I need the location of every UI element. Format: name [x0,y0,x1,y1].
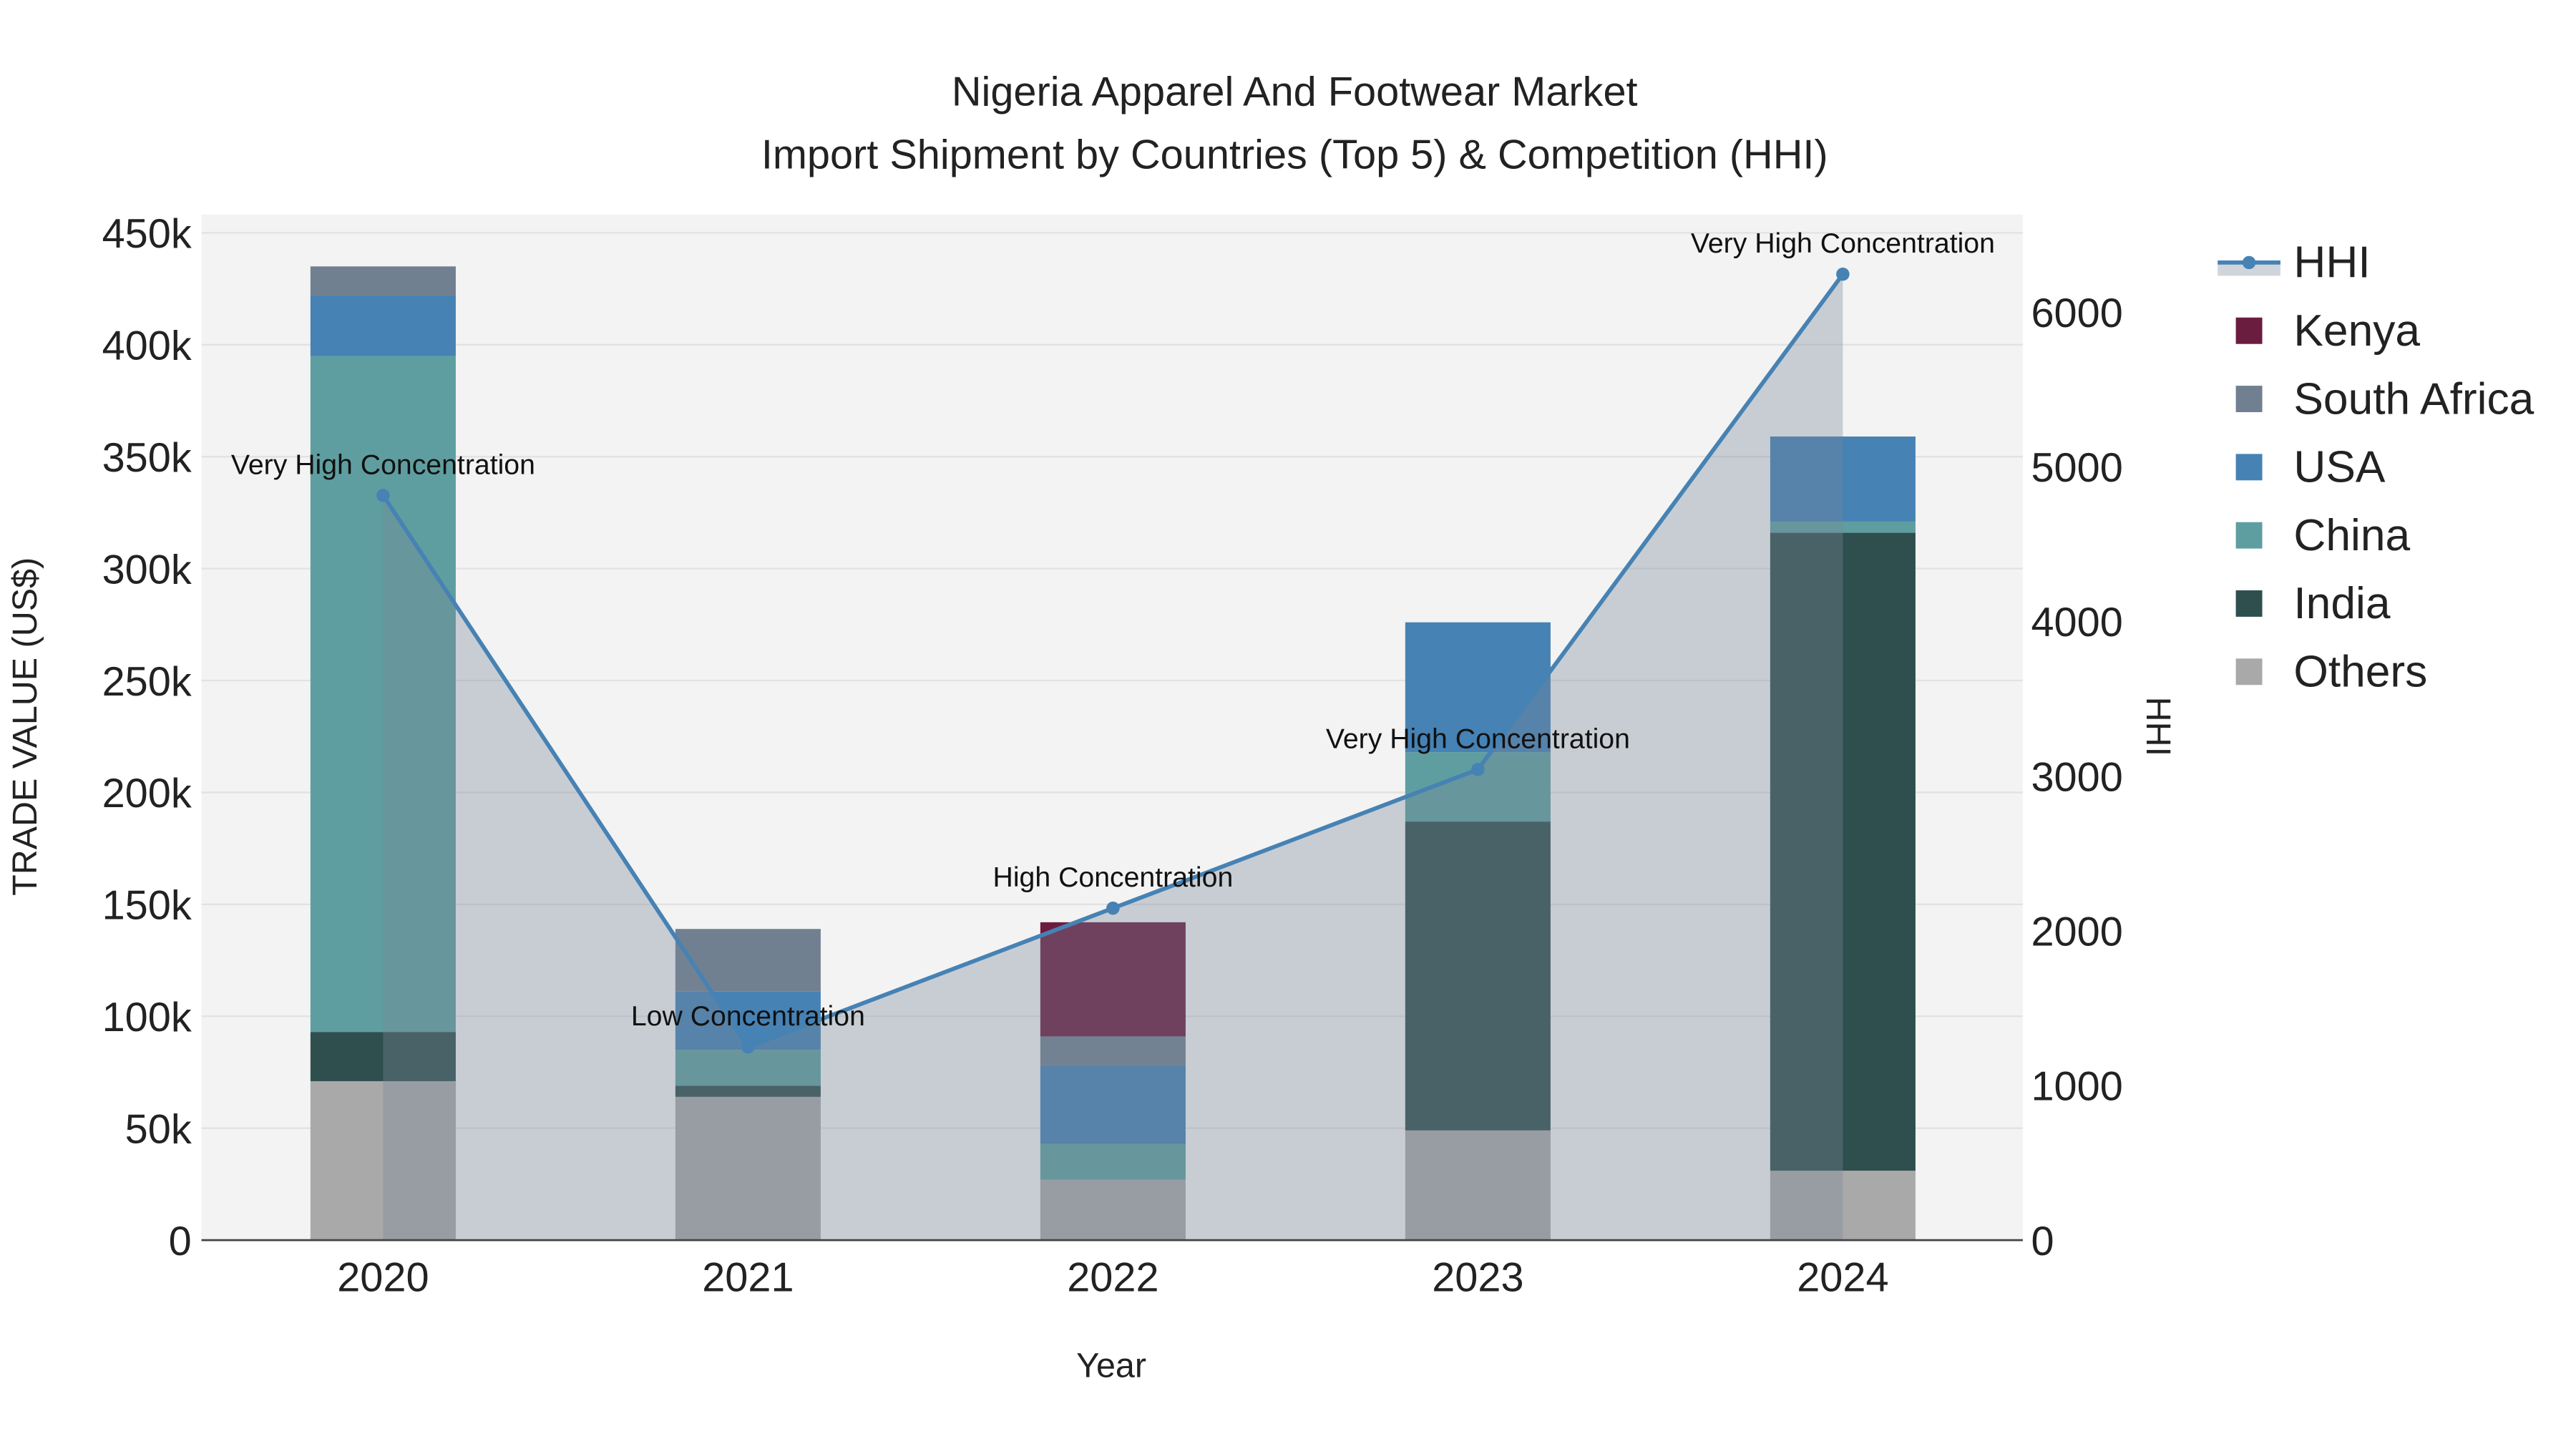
y2-tick-label: 5000 [2031,445,2122,491]
hhi-annotation: High Concentration [993,862,1234,893]
hhi-point [1471,763,1485,776]
legend-swatch-usa [2235,454,2263,481]
chart-title-line2: Import Shipment by Countries (Top 5) & C… [761,132,1828,177]
y-tick-label: 150k [102,883,192,929]
hhi-annotation: Very High Concentration [1326,723,1630,754]
chart-title-line1: Nigeria Apparel And Footwear Market [952,69,1638,115]
x-tick-label: 2020 [337,1255,429,1301]
y-tick-label: 300k [102,547,192,592]
chart: Very High Concentration Low Concentration… [6,69,2534,1385]
hhi-point [1836,267,1850,281]
x-axis-ticks: 2020 2021 2022 2023 2024 [337,1255,1888,1301]
y-axis-label: TRADE VALUE (US$) [6,557,44,896]
legend-swatch-kenya [2235,317,2263,344]
y2-axis-label: HHI [2139,697,2177,756]
y2-tick-label: 0 [2031,1219,2054,1264]
y-tick-label: 200k [102,771,192,816]
x-tick-label: 2024 [1797,1255,1888,1301]
legend-hhi-marker [2242,255,2256,270]
y2-tick-label: 4000 [2031,600,2122,645]
y-axis-ticks: 0 50k 100k 150k 200k 250k 300k 350k 400k 450k [102,211,192,1264]
y2-tick-label: 1000 [2031,1064,2122,1110]
hhi-point [376,489,390,502]
y2-tick-label: 3000 [2031,754,2122,800]
legend: HHI Kenya South Africa USA China India Others [2218,238,2534,697]
y-tick-label: 350k [102,435,192,481]
y2-tick-label: 2000 [2031,909,2122,955]
bar-south-africa [310,266,456,296]
legend-label: HHI [2293,238,2370,288]
y-tick-label: 0 [169,1219,192,1264]
legend-swatch-india [2235,590,2263,617]
y-tick-label: 250k [102,659,192,705]
y-tick-label: 50k [125,1106,192,1152]
y-tick-label: 450k [102,211,192,257]
legend-label: South Africa [2293,374,2534,424]
legend-label: Kenya [2293,306,2420,356]
legend-label: China [2293,511,2410,560]
hhi-point [1106,901,1120,915]
hhi-annotation: Very High Concentration [231,449,535,480]
y-tick-label: 400k [102,323,192,369]
legend-label: Others [2293,648,2427,697]
legend-swatch-china [2235,522,2263,549]
y2-axis-ticks: 0 1000 2000 3000 4000 5000 6000 [2031,291,2122,1264]
legend-label: USA [2293,443,2386,492]
legend-swatch-south-africa [2235,386,2263,412]
x-tick-label: 2022 [1067,1255,1158,1301]
y-tick-label: 100k [102,995,192,1040]
x-tick-label: 2021 [702,1255,794,1301]
hhi-point [741,1040,755,1054]
hhi-annotation: Very High Concentration [1691,228,1995,259]
legend-swatch-others [2235,658,2263,686]
x-axis-label: Year [1076,1347,1146,1385]
hhi-annotation: Low Concentration [631,1000,865,1032]
x-tick-label: 2023 [1432,1255,1523,1301]
legend-label: India [2293,579,2390,628]
y2-tick-label: 6000 [2031,291,2122,336]
bar-usa [310,295,456,356]
